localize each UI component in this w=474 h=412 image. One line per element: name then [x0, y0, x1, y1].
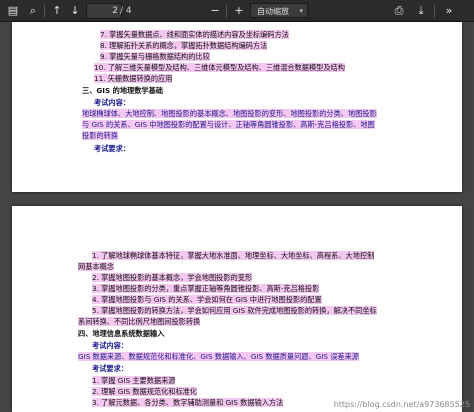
save-icon[interactable]: ⤓	[412, 3, 430, 19]
text-line: 5. 掌握地图投影的转换方法，学会如何应用 GIS 软件完成地图投影的转换，解决…	[92, 306, 377, 316]
text-line: 系间转换、不同比例尺地图间投影转换	[78, 317, 201, 327]
text-span: 3. 了解元数据、各分类、数字辅助测量和 GIS 数据输入方法	[92, 398, 284, 407]
subheading: 考试内容：	[92, 341, 128, 351]
text-line: 1. 掌握 GIS 主要数据来源	[92, 376, 176, 386]
pdf-toolbar: ▤ ⌕ ↑ ↓ 2 / 4 − + 自动缩放 ▾ ⎙ ⤓ »	[0, 0, 474, 22]
text-line: 4. 掌握地图投影与 GIS 的关系、学会如何在 GIS 中进行地图投影的配置	[92, 295, 322, 305]
toolbar-divider	[434, 4, 435, 18]
text-line: 网基本概念	[78, 262, 114, 272]
text-span: 投影的转换	[82, 131, 118, 140]
text-line: 9. 掌握矢量与栅格数据结构的比较	[100, 52, 210, 62]
page-number-input[interactable]: 2	[86, 3, 122, 19]
text-line: 8. 理解拓扑关系的概念，掌握拓扑数据结构编码方法	[100, 41, 268, 51]
text-span: 9. 掌握矢量与栅格数据结构的比较	[100, 52, 210, 61]
arrow-down-icon[interactable]: ↓	[66, 3, 84, 19]
pdf-page-1: 7. 掌握矢量数据点、线和面实体的描述内容及坐标编码方法 8. 理解拓扑关系的概…	[12, 22, 462, 192]
text-span: 考试要求：	[92, 364, 128, 373]
watermark-text: https://blog.csdn.net/a973685525	[333, 400, 470, 409]
text-span: 三、GIS 的地理数学基础	[82, 86, 163, 95]
text-line: 3. 掌握地图投影的分类，重点掌握正轴等角圆锥投影、高斯-克吕格投影	[92, 284, 320, 294]
text-line: 10. 了解三维矢量模型及结构、三维体元模型及结构、三维混合数据模型及结构	[94, 63, 345, 73]
print-icon[interactable]: ⎙	[390, 3, 408, 19]
sidebar-toggle-icon[interactable]: ▤	[4, 3, 22, 19]
text-span: 2. 掌握地图投影的基本概念，学会地图投影的变形	[92, 273, 253, 282]
toolbar-divider	[44, 4, 45, 18]
text-span: 地球椭球体、大地控制、地图投影的基本概念、地图投影的变形、地图投影的分类、地图投…	[82, 109, 377, 118]
text-span: 5. 掌握地图投影的转换方法，学会如何应用 GIS 软件完成地图投影的转换，解决…	[92, 306, 377, 315]
chevron-down-icon: ▾	[299, 7, 303, 15]
zoom-select-label: 自动缩放	[257, 7, 289, 16]
text-span: 考试内容：	[94, 98, 130, 107]
text-line: 1. 了解地球椭球体基本特征，掌握大地水准面、地理坐标、大地坐标、高程系、大地控…	[92, 251, 375, 261]
text-span: 11. 矢栅数据转换的应用	[94, 74, 173, 83]
text-span: 8. 理解拓扑关系的概念，掌握拓扑数据结构编码方法	[100, 41, 268, 50]
text-span: 2. 理解 GIS 数据规范化和标准化	[92, 387, 198, 396]
subheading: 考试要求：	[92, 364, 128, 374]
toolbar-divider	[226, 4, 227, 18]
text-line: 投影的转换	[82, 131, 118, 141]
search-icon[interactable]: ⌕	[24, 3, 42, 19]
minus-icon[interactable]: −	[206, 3, 224, 19]
text-line: 7. 掌握矢量数据点、线和面实体的描述内容及坐标编码方法	[100, 30, 289, 40]
text-line: 2. 理解 GIS 数据规范化和标准化	[92, 387, 198, 397]
text-line: 与 GIS 的关系、GIS 中地图投影的配置与设计、正轴等角圆锥投影、高斯-克吕…	[82, 120, 375, 130]
text-span: 4. 掌握地图投影与 GIS 的关系、学会如何在 GIS 中进行地图投影的配置	[92, 295, 322, 304]
text-span: 考试内容：	[92, 341, 128, 350]
text-line: GIS 数据来源、数据规范化和标准化、GIS 数据输入、GIS 数据质量问题、G…	[78, 352, 359, 362]
text-span: 与 GIS 的关系、GIS 中地图投影的配置与设计、正轴等角圆锥投影、高斯-克吕…	[82, 120, 375, 129]
section-heading: 三、GIS 的地理数学基础	[82, 86, 163, 96]
zoom-select[interactable]: 自动缩放 ▾	[250, 3, 308, 18]
plus-icon[interactable]: +	[230, 3, 248, 19]
text-line: 2. 掌握地图投影的基本概念，学会地图投影的变形	[92, 273, 253, 283]
page-total-label: / 4	[120, 6, 132, 16]
text-span: 考试要求：	[94, 144, 130, 153]
subheading: 考试要求：	[94, 144, 130, 154]
double-chevron-icon[interactable]: »	[440, 3, 458, 19]
text-span: 3. 掌握地图投影的分类，重点掌握正轴等角圆锥投影、高斯-克吕格投影	[92, 284, 320, 293]
text-span: GIS 数据来源、数据规范化和标准化、GIS 数据输入、GIS 数据质量问题、G…	[78, 352, 359, 361]
text-span: 系间转换、不同比例尺地图间投影转换	[78, 317, 201, 326]
section-heading: 四、地理信息系统数据输入	[78, 329, 164, 339]
arrow-up-icon[interactable]: ↑	[48, 3, 66, 19]
text-span: 四、地理信息系统数据输入	[78, 329, 165, 338]
pdf-page-2: 1. 了解地球椭球体基本特征，掌握大地水准面、地理坐标、大地坐标、高程系、大地控…	[12, 206, 462, 412]
subheading: 考试内容：	[94, 98, 130, 108]
text-line: 3. 了解元数据、各分类、数字辅助测量和 GIS 数据输入方法	[92, 398, 284, 408]
text-span: 1. 掌握 GIS 主要数据来源	[92, 376, 176, 385]
text-line: 11. 矢栅数据转换的应用	[94, 74, 173, 84]
text-span: 7. 掌握矢量数据点、线和面实体的描述内容及坐标编码方法	[100, 30, 289, 39]
text-span: 10. 了解三维矢量模型及结构、三维体元模型及结构、三维混合数据模型及结构	[94, 63, 345, 72]
text-span: 网基本概念	[78, 262, 114, 271]
text-span: 1. 了解地球椭球体基本特征，掌握大地水准面、地理坐标、大地坐标、高程系、大地控…	[92, 251, 375, 260]
text-line: 地球椭球体、大地控制、地图投影的基本概念、地图投影的变形、地图投影的分类、地图投…	[82, 109, 377, 119]
